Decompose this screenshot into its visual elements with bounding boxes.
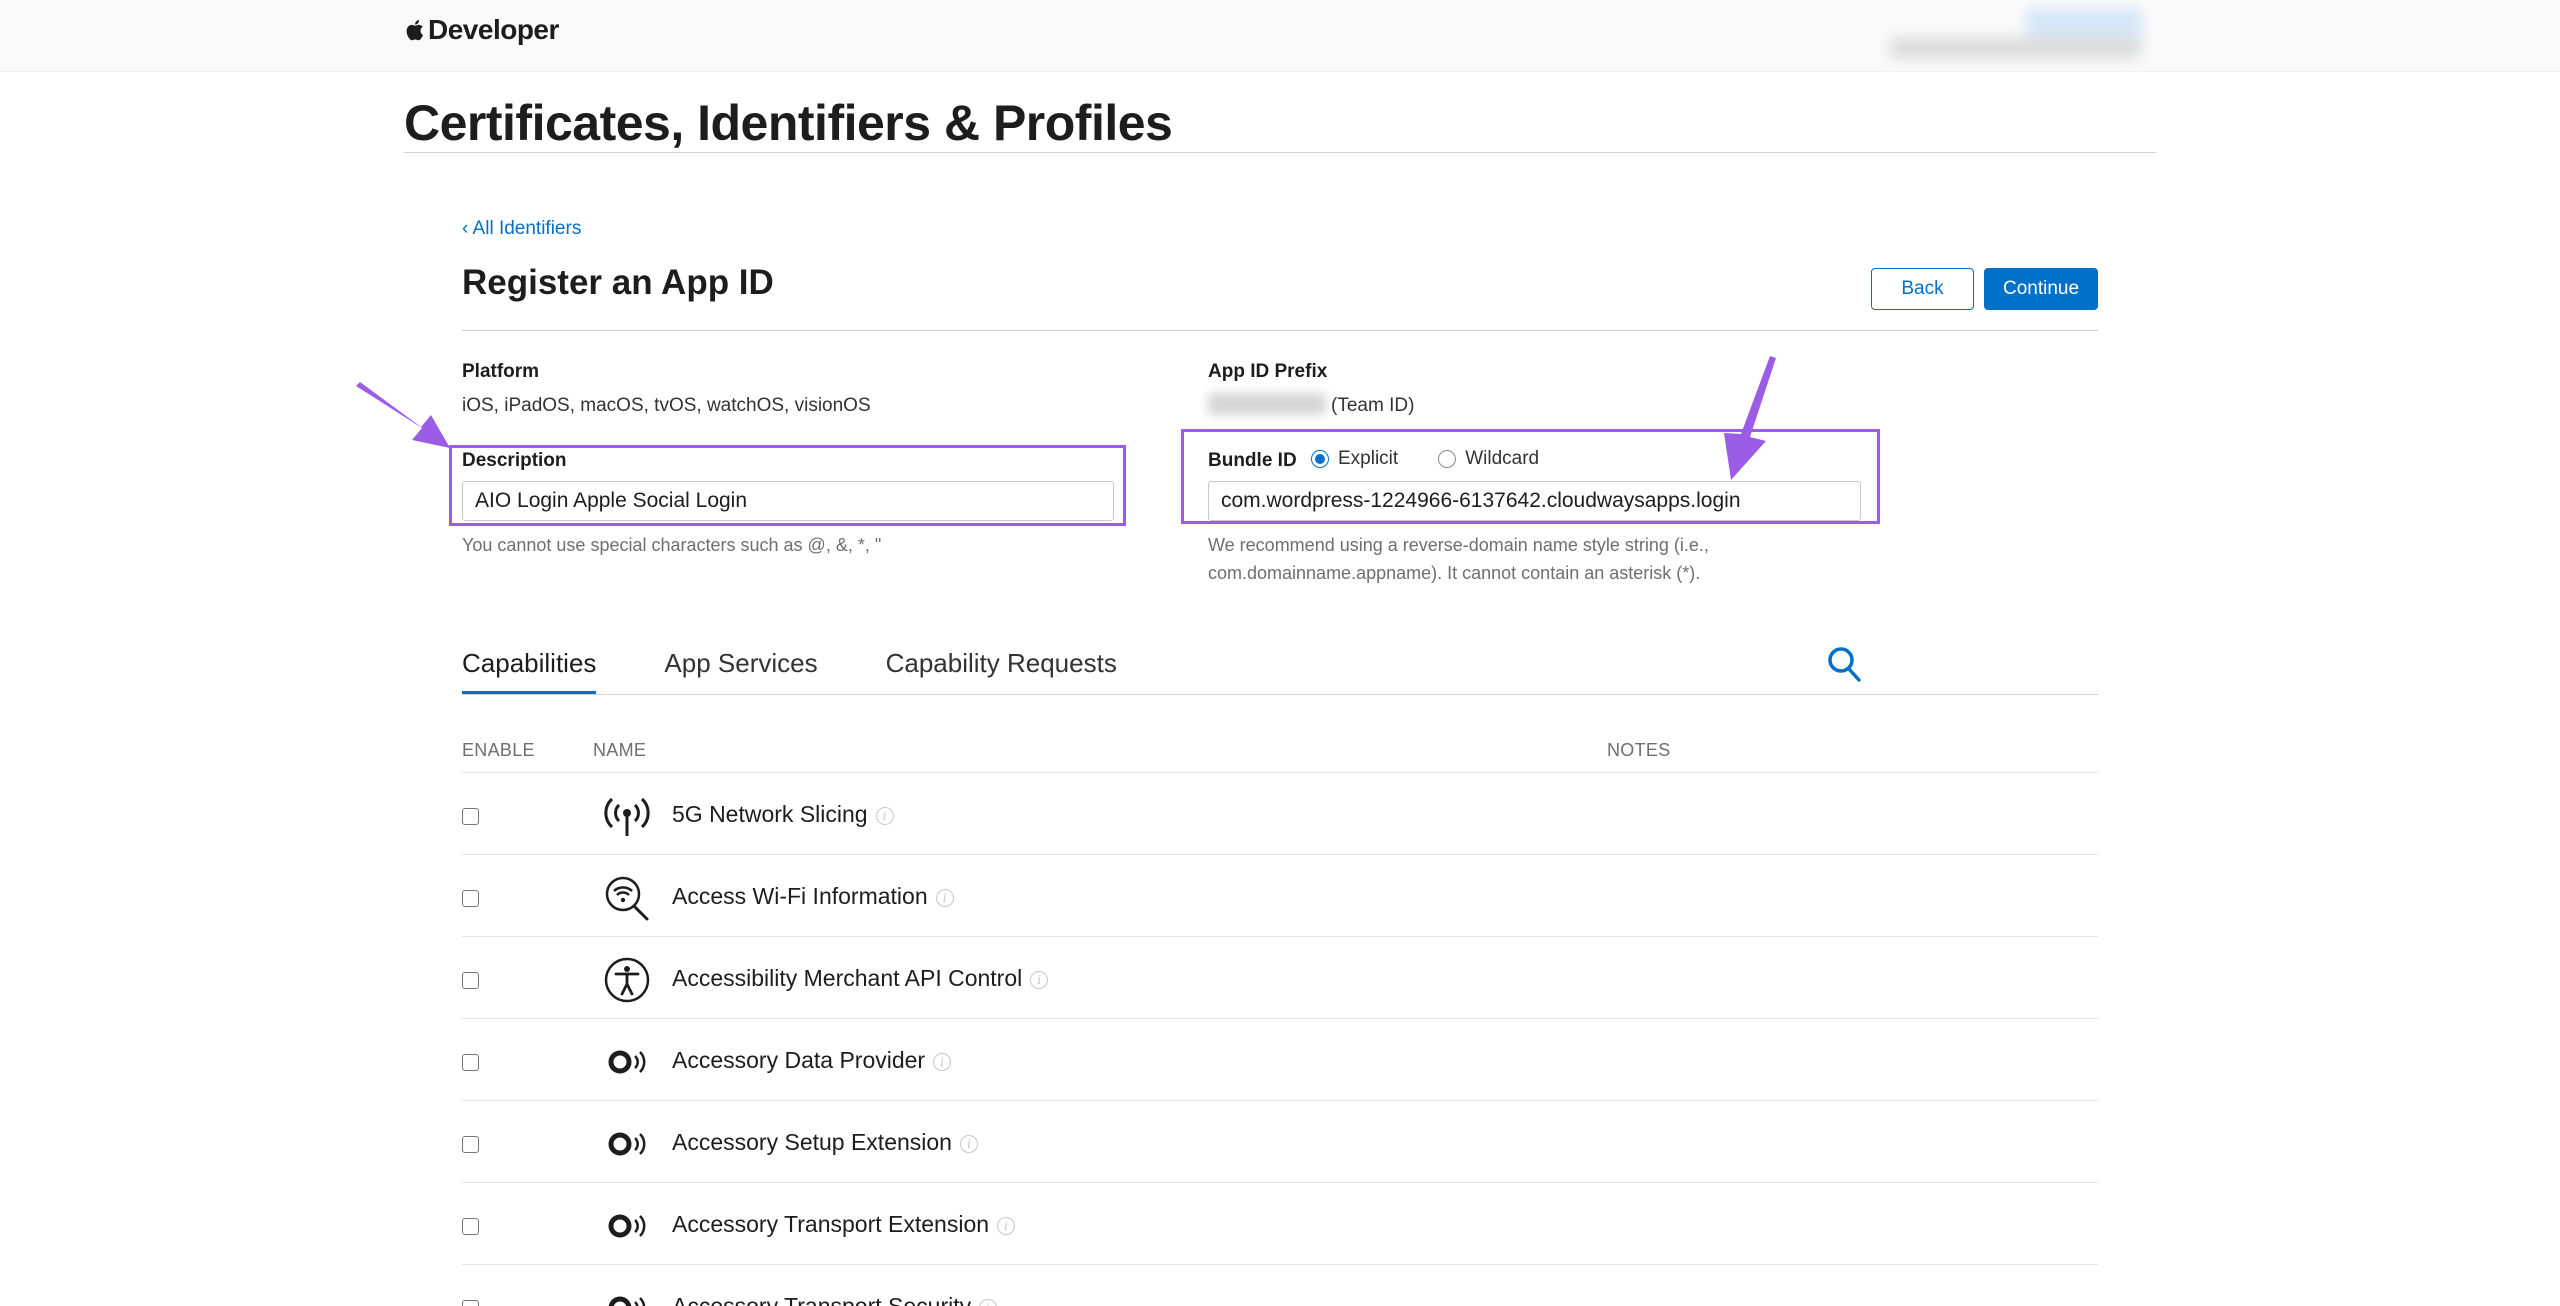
info-icon[interactable]: i bbox=[979, 1299, 998, 1306]
info-icon[interactable]: i bbox=[933, 1053, 952, 1071]
description-hint: You cannot use special characters such a… bbox=[462, 535, 882, 555]
brand-text: Developer bbox=[428, 14, 559, 45]
capability-label: 5G Network Slicing bbox=[672, 801, 868, 827]
back-button[interactable]: Back bbox=[1871, 268, 1974, 310]
section-title: Register an App ID bbox=[462, 263, 774, 302]
capability-tabs: Capabilities App Services Capability Req… bbox=[462, 648, 1185, 694]
capability-label: Accessibility Merchant API Control bbox=[672, 965, 1023, 991]
enable-checkbox[interactable] bbox=[462, 890, 479, 907]
column-name: NAME bbox=[593, 740, 647, 760]
info-icon[interactable]: i bbox=[997, 1217, 1016, 1235]
tab-capabilities[interactable]: Capabilities bbox=[462, 648, 597, 694]
wifi-search-icon bbox=[605, 876, 649, 921]
table-row: Accessory Transport Security i bbox=[462, 1264, 2098, 1306]
capability-name: Accessory Setup Extension i bbox=[672, 1129, 978, 1156]
enable-checkbox[interactable] bbox=[462, 1218, 479, 1235]
accessory-icon bbox=[608, 1050, 646, 1074]
capability-name: Accessory Transport Security i bbox=[672, 1293, 998, 1306]
title-divider bbox=[404, 152, 2156, 153]
accessory-icon bbox=[608, 1214, 646, 1238]
platform-value: iOS, iPadOS, macOS, tvOS, watchOS, visio… bbox=[462, 395, 871, 416]
app-id-prefix-label: App ID Prefix bbox=[1208, 361, 1328, 382]
page-title: Certificates, Identifiers & Profiles bbox=[404, 95, 1173, 151]
tabs-divider bbox=[462, 694, 2098, 695]
table-row: Accessory Setup Extension i bbox=[462, 1100, 2098, 1182]
column-enable: ENABLE bbox=[462, 740, 535, 760]
enable-checkbox[interactable] bbox=[462, 1136, 479, 1153]
enable-checkbox[interactable] bbox=[462, 808, 479, 825]
capability-label: Access Wi-Fi Information bbox=[672, 883, 928, 909]
table-row: Accessory Data Provider i bbox=[462, 1018, 2098, 1100]
enable-checkbox[interactable] bbox=[462, 1054, 479, 1071]
bundle-hint-line-2: com.domainname.appname). It cannot conta… bbox=[1208, 563, 1701, 583]
capability-label: Accessory Data Provider bbox=[672, 1047, 926, 1073]
account-name-redacted bbox=[1890, 38, 2140, 58]
team-id-suffix: (Team ID) bbox=[1331, 395, 1415, 416]
search-icon bbox=[1828, 647, 1861, 682]
column-notes: NOTES bbox=[1607, 740, 1671, 760]
apple-logo-icon bbox=[406, 20, 423, 41]
capability-name: Accessory Transport Extension i bbox=[672, 1211, 1016, 1238]
bundle-id-highlight bbox=[1181, 429, 1880, 524]
info-icon[interactable]: i bbox=[935, 889, 954, 907]
capability-label: Accessory Transport Extension bbox=[672, 1211, 990, 1237]
table-row: Accessory Transport Extension i bbox=[462, 1182, 2098, 1264]
accessory-icon bbox=[608, 1132, 646, 1156]
enable-checkbox[interactable] bbox=[462, 972, 479, 989]
capability-name: Access Wi-Fi Information i bbox=[672, 883, 954, 910]
description-highlight bbox=[449, 445, 1126, 526]
tab-capability-requests[interactable]: Capability Requests bbox=[886, 648, 1117, 694]
all-identifiers-link[interactable]: ‹ All Identifiers bbox=[462, 218, 581, 240]
enable-checkbox[interactable] bbox=[462, 1300, 479, 1306]
capability-name: Accessory Data Provider i bbox=[672, 1047, 952, 1074]
capability-name: Accessibility Merchant API Control i bbox=[672, 965, 1049, 992]
arrow-to-description-icon bbox=[356, 382, 450, 448]
search-button[interactable] bbox=[1826, 644, 1864, 684]
info-icon[interactable]: i bbox=[1030, 971, 1049, 989]
table-row: 5G Network Slicing i bbox=[462, 772, 2098, 854]
table-row: Access Wi-Fi Information i bbox=[462, 854, 2098, 936]
accessibility-icon bbox=[604, 957, 650, 1003]
team-id-redacted bbox=[1208, 393, 1326, 415]
tab-app-services[interactable]: App Services bbox=[664, 648, 817, 694]
continue-button[interactable]: Continue bbox=[1984, 268, 2098, 310]
table-row: Accessibility Merchant API Control i bbox=[462, 936, 2098, 1018]
capability-label: Accessory Transport Security bbox=[672, 1293, 972, 1306]
capability-name: 5G Network Slicing i bbox=[672, 801, 894, 828]
section-divider bbox=[462, 330, 2098, 331]
antenna-icon bbox=[604, 797, 650, 836]
platform-label: Platform bbox=[462, 361, 540, 382]
developer-brand[interactable]: Developer bbox=[404, 14, 559, 46]
info-icon[interactable]: i bbox=[959, 1135, 978, 1153]
accessory-icon bbox=[608, 1296, 646, 1306]
info-icon[interactable]: i bbox=[875, 807, 894, 825]
top-bar: Developer bbox=[0, 0, 2560, 72]
bundle-hint-line-1: We recommend using a reverse-domain name… bbox=[1208, 535, 1709, 555]
capability-label: Accessory Setup Extension bbox=[672, 1129, 952, 1155]
